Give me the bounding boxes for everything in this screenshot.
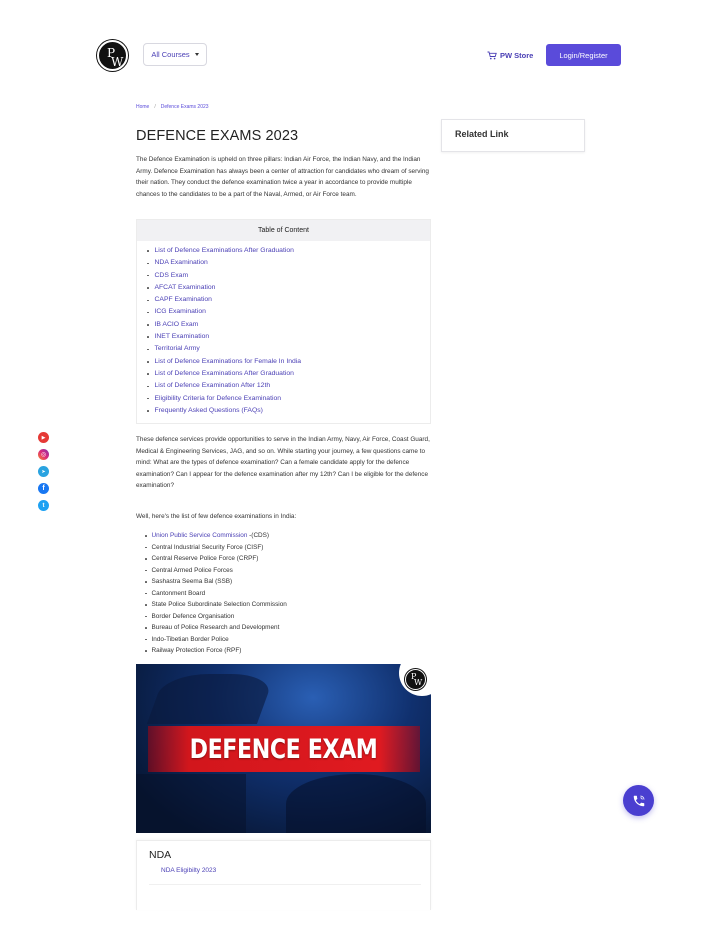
toc-heading: Table of Content [137, 220, 430, 241]
toc-item[interactable]: CAPF Examination [147, 294, 430, 306]
list-item: State Police Subordinate Selection Commi… [145, 599, 287, 611]
call-button[interactable] [623, 785, 654, 816]
breadcrumb-current[interactable]: Defence Exams 2023 [161, 104, 209, 110]
twitter-icon[interactable]: t [38, 500, 49, 511]
toc-item[interactable]: CDS Exam [147, 270, 430, 282]
pw-logo[interactable]: P W [97, 40, 128, 71]
toc-item[interactable]: List of Defence Examinations After Gradu… [147, 245, 430, 257]
related-link-title: Related Link [455, 129, 509, 139]
toc-item[interactable]: ICG Examination [147, 306, 430, 318]
defence-exam-banner: DEFENCE EXAM P W [136, 664, 431, 833]
cart-icon [487, 51, 497, 60]
social-share-bar: ▶ ◎ ➤ f t [38, 432, 49, 511]
youtube-icon[interactable]: ▶ [38, 432, 49, 443]
toc-item[interactable]: List of Defence Examinations After Gradu… [147, 368, 430, 380]
list-item: Indo-Tibetian Border Police [145, 634, 287, 646]
banner-pw-logo: P W [405, 669, 426, 690]
intro-paragraph: The Defence Examination is upheld on thr… [136, 156, 429, 198]
pw-store-link[interactable]: PW Store [487, 51, 533, 60]
related-link-card: Related Link [441, 119, 585, 152]
list-intro: Well, here's the list of few defence exa… [136, 513, 297, 520]
list-item: Cantonment Board [145, 588, 287, 600]
telegram-icon[interactable]: ➤ [38, 466, 49, 477]
banner-red-stripe: DEFENCE EXAM [148, 726, 420, 772]
banner-bg-shape [136, 774, 246, 833]
breadcrumb-home[interactable]: Home [136, 104, 149, 110]
all-courses-label: All Courses [151, 50, 190, 59]
services-paragraph: These defence services provide opportuni… [136, 436, 430, 489]
banner-text: DEFENCE EXAM [190, 733, 378, 765]
toc-item[interactable]: List of Defence Examination After 12th [147, 380, 430, 392]
divider [149, 884, 421, 885]
toc-item[interactable]: Territorial Army [147, 343, 430, 355]
banner-bg-shape [146, 674, 276, 724]
logo-letter-w: W [111, 55, 124, 69]
list-item: Central Industrial Security Force (CISF) [145, 542, 287, 554]
nda-card: NDA NDA Eligibilty 2023 [136, 840, 431, 910]
organisations-list: Union Public Service Commission -(CDS) C… [145, 530, 287, 657]
toc-item[interactable]: List of Defence Examinations for Female … [147, 356, 430, 368]
banner-bg-shape [286, 774, 426, 833]
facebook-icon[interactable]: f [38, 483, 49, 494]
toc-item[interactable]: NDA Examination [147, 257, 430, 269]
all-courses-dropdown[interactable]: All Courses [143, 43, 207, 66]
instagram-icon[interactable]: ◎ [38, 449, 49, 460]
pw-store-label: PW Store [500, 51, 534, 60]
nda-card-title: NDA [149, 849, 172, 861]
toc-item[interactable]: Eligibility Criteria for Defence Examina… [147, 393, 430, 405]
toc-item[interactable]: AFCAT Examination [147, 282, 430, 294]
list-item: Bureau of Police Research and Developmen… [145, 622, 287, 634]
phone-icon [633, 795, 644, 806]
list-item: Border Defence Organisation [145, 611, 287, 623]
list-item: Railway Protection Force (RPF) [145, 645, 287, 657]
login-register-button[interactable]: Login/Register [546, 44, 621, 66]
caret-down-icon [194, 53, 199, 56]
upsc-link[interactable]: Union Public Service Commission [152, 530, 248, 542]
breadcrumb: Home / Defence Exams 2023 [136, 104, 209, 110]
toc-item[interactable]: INET Examination [147, 331, 430, 343]
list-item: Sashastra Seema Bal (SSB) [145, 576, 287, 588]
list-item: Union Public Service Commission -(CDS) [145, 530, 287, 542]
upsc-suffix: -(CDS) [247, 532, 270, 539]
list-item: Central Reserve Police Force (CRPF) [145, 553, 287, 565]
toc-item[interactable]: Frequently Asked Questions (FAQs) [147, 405, 430, 417]
page-title: DEFENCE EXAMS 2023 [136, 128, 299, 144]
nda-eligibility-link[interactable]: NDA Eligibilty 2023 [161, 867, 216, 874]
breadcrumb-separator: / [154, 104, 156, 110]
list-item: Central Armed Police Forces [145, 565, 287, 577]
toc-list: List of Defence Examinations After Gradu… [137, 241, 430, 417]
toc-item[interactable]: IB ACIO Exam [147, 319, 430, 331]
table-of-content: Table of Content List of Defence Examina… [136, 219, 431, 424]
